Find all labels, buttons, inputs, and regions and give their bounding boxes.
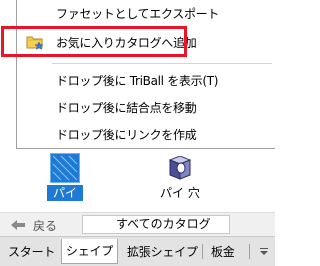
back-label: 戻る — [33, 218, 58, 233]
tab-start[interactable]: スタート — [8, 241, 55, 263]
tab-separator — [249, 244, 250, 259]
pie-thumbnail — [50, 153, 80, 183]
catalog-item-label: パイ 穴 — [160, 186, 200, 200]
pipe-hole-icon — [168, 156, 192, 180]
designflow-catalog-panel: ファセットとしてエクスポート お気に入りカタログへ追加 ドロップ後に TriBa… — [0, 0, 275, 266]
menu-item-show-triball-after-drop[interactable]: ドロップ後に TriBall を表示(T) — [17, 67, 275, 93]
highlight-box — [1, 26, 187, 57]
catalog-view: パイ パイ 穴 — [0, 149, 275, 212]
hatch-pattern-icon — [52, 155, 78, 181]
menu-item-label: ドロップ後に TriBall を表示(T) — [56, 73, 219, 88]
back-button[interactable]: 戻る — [10, 216, 57, 234]
tab-bar: スタート シェイプ 拡張シェイプ 板金 — [0, 236, 275, 266]
back-arrow-icon — [11, 220, 25, 230]
catalog-item-label: パイ — [47, 185, 83, 201]
tab-overflow-icon[interactable] — [258, 245, 270, 257]
tab-separator — [202, 244, 203, 259]
tab-shape[interactable]: シェイプ — [61, 239, 118, 264]
menu-separator — [52, 63, 272, 64]
navigation-bar: 戻る すべてのカタログ — [0, 212, 275, 236]
menu-item-label: ドロップ後に結合点を移動 — [56, 100, 197, 115]
menu-item-label: ファセットとしてエクスポート — [56, 6, 220, 21]
tab-sheet-metal[interactable]: 板金 — [211, 241, 235, 263]
menu-item-create-link-after-drop[interactable]: ドロップ後にリンクを作成 — [17, 121, 275, 147]
menu-item-label: ドロップ後にリンクを作成 — [56, 127, 197, 142]
tab-extended-shape[interactable]: 拡張シェイプ — [127, 241, 198, 263]
menu-item-export-as-facet[interactable]: ファセットとしてエクスポート — [17, 0, 275, 26]
catalog-select[interactable]: すべてのカタログ — [82, 215, 230, 234]
context-menu: ファセットとしてエクスポート お気に入りカタログへ追加 ドロップ後に TriBa… — [16, 0, 275, 149]
menu-item-move-anchor-after-drop[interactable]: ドロップ後に結合点を移動 — [17, 94, 275, 120]
